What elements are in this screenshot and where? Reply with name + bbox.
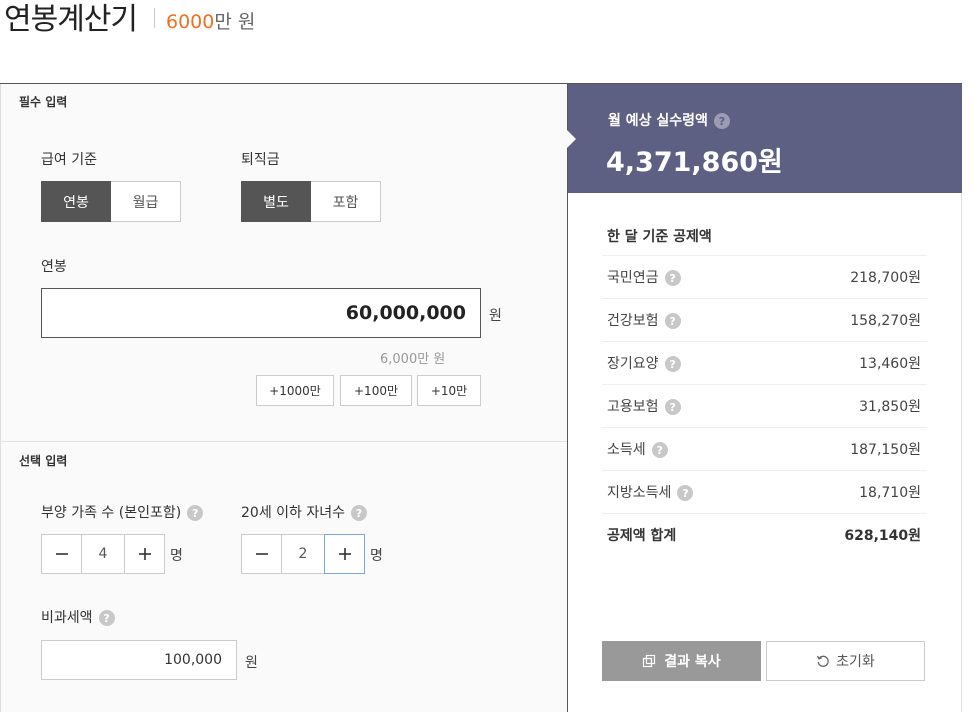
reset-button[interactable]: 초기화 bbox=[766, 641, 925, 681]
deduction-help-icon[interactable]: ? bbox=[677, 485, 694, 501]
severance-included-option[interactable]: 포함 bbox=[311, 181, 381, 222]
deduction-row: 지방소득세? 18,710원 bbox=[602, 470, 927, 513]
deduction-name: 지방소득세? bbox=[607, 482, 694, 502]
minus-icon bbox=[255, 553, 268, 555]
nontax-label-text: 비과세액 bbox=[41, 610, 93, 626]
deduction-help-icon[interactable]: ? bbox=[664, 356, 681, 372]
take-home-help-icon[interactable]: ? bbox=[713, 113, 730, 129]
required-section-label: 필수 입력 bbox=[19, 95, 68, 109]
nontax-label: 비과세액? bbox=[41, 607, 115, 627]
title-amount-number: 6000 bbox=[166, 11, 215, 33]
deduction-name-text: 장기요양 bbox=[607, 356, 659, 372]
children-decrement-button[interactable] bbox=[241, 534, 282, 574]
deduction-amount: 187,150원 bbox=[850, 442, 921, 458]
dependents-stepper: 4 bbox=[41, 534, 165, 574]
add-10-million-button[interactable]: +1000만 bbox=[256, 375, 334, 406]
deduction-total-label: 공제액 합계 bbox=[607, 528, 677, 544]
deduction-amount: 158,270원 bbox=[850, 313, 921, 329]
deduction-row: 소득세? 187,150원 bbox=[602, 427, 927, 470]
reset-icon bbox=[817, 655, 829, 667]
minus-icon bbox=[55, 553, 68, 555]
deduction-row: 고용보험? 31,850원 bbox=[602, 384, 927, 427]
deduction-help-icon[interactable]: ? bbox=[664, 399, 681, 415]
children-label-text: 20세 이하 자녀수 bbox=[241, 505, 345, 521]
copy-result-label: 결과 복사 bbox=[664, 654, 721, 670]
severance-separate-option[interactable]: 별도 bbox=[241, 181, 311, 222]
pay-basis-label: 급여 기준 bbox=[41, 152, 97, 168]
add-1-million-button[interactable]: +100만 bbox=[340, 375, 412, 406]
take-home-value: 4,371,860원 bbox=[606, 147, 783, 178]
title-amount-unit: 만 원 bbox=[214, 11, 256, 33]
deduction-row: 국민연금? 218,700원 bbox=[602, 255, 927, 298]
pay-basis-annual-option[interactable]: 연봉 bbox=[41, 181, 111, 222]
deduction-name: 고용보험? bbox=[607, 396, 681, 416]
children-value[interactable]: 2 bbox=[282, 534, 324, 574]
deduction-name-text: 국민연금 bbox=[607, 270, 659, 286]
dependents-value[interactable]: 4 bbox=[82, 534, 124, 574]
deduction-help-icon[interactable]: ? bbox=[664, 313, 681, 329]
page-header: 연봉계산기 6000만 원 bbox=[0, 0, 979, 84]
deduction-row: 장기요양? 13,460원 bbox=[602, 341, 927, 384]
deduction-name: 국민연금? bbox=[607, 267, 681, 287]
deduction-help-icon[interactable]: ? bbox=[664, 270, 681, 286]
take-home-label: 월 예상 실수령액? bbox=[608, 110, 730, 130]
nontax-unit: 원 bbox=[245, 655, 258, 671]
dependents-unit: 명 bbox=[170, 548, 183, 564]
add-100-thousand-button[interactable]: +10만 bbox=[417, 375, 481, 406]
deduction-amount: 13,460원 bbox=[859, 356, 921, 372]
severance-toggle: 별도 포함 bbox=[241, 181, 381, 222]
deduction-name-text: 건강보험 bbox=[607, 313, 659, 329]
deduction-total-row: 공제액 합계 628,140원 bbox=[602, 513, 927, 556]
optional-section-label: 선택 입력 bbox=[19, 454, 68, 468]
nontax-input[interactable]: 100,000 bbox=[41, 640, 237, 680]
severance-label: 퇴직금 bbox=[241, 152, 280, 168]
deduction-name-text: 소득세 bbox=[607, 442, 646, 458]
children-increment-button[interactable] bbox=[324, 534, 365, 574]
result-pointer bbox=[567, 130, 576, 148]
deduction-row: 건강보험? 158,270원 bbox=[602, 298, 927, 341]
deduction-name-text: 고용보험 bbox=[607, 399, 659, 415]
salary-summary: 6,000만 원 bbox=[380, 352, 446, 367]
deduction-total-amount: 628,140원 bbox=[844, 528, 921, 544]
deductions-title: 한 달 기준 공제액 bbox=[607, 229, 712, 245]
pay-basis-monthly-option[interactable]: 월급 bbox=[111, 181, 181, 222]
title-amount: 6000만 원 bbox=[166, 7, 255, 34]
reset-label: 초기화 bbox=[836, 654, 875, 670]
deduction-amount: 31,850원 bbox=[859, 399, 921, 415]
children-help-icon[interactable]: ? bbox=[351, 505, 367, 521]
deduction-name: 장기요양? bbox=[607, 353, 681, 373]
salary-input[interactable]: 60,000,000 bbox=[41, 288, 481, 338]
title-divider bbox=[154, 8, 155, 28]
salary-unit: 원 bbox=[489, 308, 502, 324]
deduction-amount: 218,700원 bbox=[850, 270, 921, 286]
nontax-help-icon[interactable]: ? bbox=[98, 610, 115, 626]
dependents-decrement-button[interactable] bbox=[41, 534, 82, 574]
deduction-amount: 18,710원 bbox=[859, 485, 921, 501]
copy-icon bbox=[643, 654, 656, 668]
salary-label: 연봉 bbox=[41, 259, 67, 275]
dependents-label: 부양 가족 수 (본인포함)? bbox=[41, 502, 204, 522]
deduction-name: 소득세? bbox=[607, 439, 668, 459]
dependents-label-text: 부양 가족 수 (본인포함) bbox=[41, 505, 182, 521]
children-unit: 명 bbox=[370, 548, 383, 564]
children-stepper: 2 bbox=[241, 534, 365, 574]
plus-icon bbox=[138, 548, 151, 560]
deduction-name: 건강보험? bbox=[607, 310, 681, 330]
dependents-increment-button[interactable] bbox=[124, 534, 165, 574]
dependents-help-icon[interactable]: ? bbox=[187, 505, 204, 521]
deduction-name-text: 지방소득세 bbox=[607, 485, 672, 501]
children-label: 20세 이하 자녀수? bbox=[241, 502, 367, 522]
deduction-help-icon[interactable]: ? bbox=[651, 442, 668, 458]
plus-icon bbox=[338, 548, 351, 560]
copy-result-button[interactable]: 결과 복사 bbox=[602, 641, 761, 681]
pay-basis-toggle: 연봉 월급 bbox=[41, 181, 181, 222]
take-home-label-text: 월 예상 실수령액 bbox=[608, 113, 708, 129]
page-title: 연봉계산기 bbox=[4, 2, 138, 37]
